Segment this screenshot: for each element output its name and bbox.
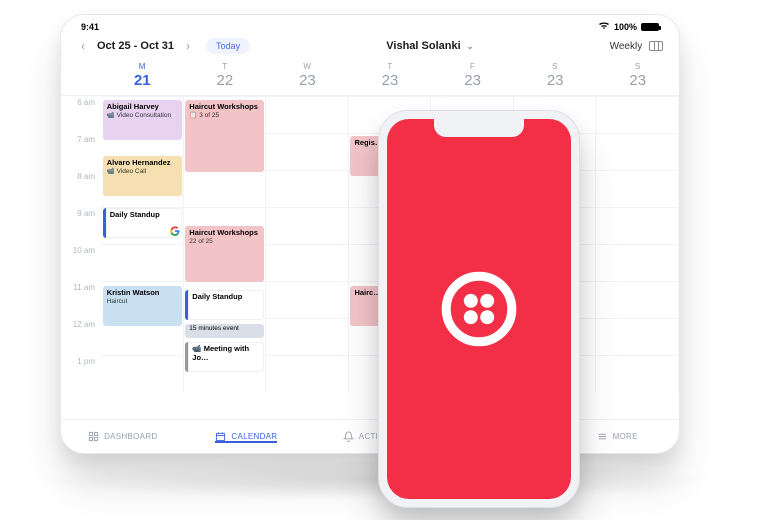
- time-label: 1 pm: [61, 355, 101, 392]
- calendar-event[interactable]: Daily Standup: [185, 290, 264, 320]
- event-subtitle: 22 of 25: [189, 238, 260, 245]
- event-title: 📹 Meeting with Jo…: [192, 345, 260, 362]
- event-title: Haircut Workshops: [189, 103, 260, 112]
- time-label: 9 am: [61, 207, 101, 244]
- menu-icon: [597, 431, 608, 442]
- chevron-down-icon: ⌄: [467, 42, 474, 51]
- weekday-label: M: [101, 62, 184, 71]
- calendar-event[interactable]: 15 minutes event: [185, 324, 264, 338]
- time-label: 6 am: [61, 96, 101, 133]
- twilio-logo-icon: [438, 268, 520, 350]
- calendar-event[interactable]: Haircut Workshops📋 3 of 25: [185, 100, 264, 172]
- prev-week-button[interactable]: ‹: [77, 39, 89, 53]
- calendar-event[interactable]: 📹 Meeting with Jo…: [185, 342, 264, 372]
- google-icon: [170, 226, 180, 236]
- phone-notch: [434, 119, 524, 137]
- weekday-label: F: [431, 62, 514, 71]
- time-label: 10 am: [61, 244, 101, 281]
- dash-icon: [88, 431, 99, 442]
- day-number: 23: [349, 72, 432, 89]
- status-bar: 9:41 100%: [61, 15, 679, 34]
- event-title: Daily Standup: [110, 211, 178, 220]
- calendar-header: ‹ Oct 25 - Oct 31 › Today Vishal Solanki…: [61, 34, 679, 58]
- day-number: 23: [266, 72, 349, 89]
- day-column[interactable]: T23: [349, 58, 432, 95]
- weekday-label: T: [349, 62, 432, 71]
- calendar-grid[interactable]: 6 am7 am8 am9 am10 am11 am12 am1 pm Day …: [61, 96, 679, 392]
- event-title: Kristin Watson: [107, 289, 178, 298]
- calendar-event[interactable]: Haircut Workshops22 of 25: [185, 226, 264, 282]
- day-column[interactable]: M21: [101, 58, 184, 95]
- day-column[interactable]: S23: [514, 58, 597, 95]
- week-grid-icon: [649, 41, 663, 51]
- next-week-button[interactable]: ›: [182, 39, 194, 53]
- event-title: Alvaro Hernandez: [107, 159, 178, 168]
- weekday-label: W: [266, 62, 349, 71]
- time-gutter: 6 am7 am8 am9 am10 am11 am12 am1 pm: [61, 96, 101, 392]
- calendar-event[interactable]: Daily Standup: [103, 208, 182, 238]
- weekday-header: M21T22W23T23F23S23S23: [61, 58, 679, 96]
- time-label: 11 am: [61, 281, 101, 318]
- calendar-event[interactable]: Alvaro Hernandez📹 Video Call: [103, 156, 182, 196]
- cal-icon: [215, 431, 226, 442]
- time-label: 12 am: [61, 318, 101, 355]
- event-subtitle: 📹 Video Call: [107, 168, 178, 175]
- nav-label: CALENDAR: [231, 432, 277, 441]
- day-column[interactable]: S23: [596, 58, 679, 95]
- event-title: Daily Standup: [192, 293, 260, 302]
- day-number: 22: [184, 72, 267, 89]
- nav-dashboard[interactable]: DASHBOARD: [61, 431, 185, 442]
- nav-label: MORE: [613, 432, 638, 441]
- event-subtitle: 📹 Video Consultation: [107, 112, 178, 119]
- wifi-icon: [598, 21, 610, 32]
- calendar-event[interactable]: Abigail Harvey📹 Video Consultation: [103, 100, 182, 140]
- phone-device: [378, 110, 580, 508]
- day-column[interactable]: W23: [266, 58, 349, 95]
- time-label: 8 am: [61, 170, 101, 207]
- time-label: 7 am: [61, 133, 101, 170]
- battery-pct: 100%: [614, 22, 637, 32]
- status-right: 100%: [598, 21, 659, 32]
- view-mode-toggle[interactable]: Weekly: [610, 41, 663, 52]
- bottom-nav: DASHBOARDCALENDARACTIVITYMORE: [61, 419, 679, 453]
- battery-icon: [641, 23, 659, 31]
- event-title: Haircut Workshops: [189, 229, 260, 238]
- day-number: 23: [431, 72, 514, 89]
- bell-icon: [343, 431, 354, 442]
- date-range[interactable]: Oct 25 - Oct 31: [97, 40, 174, 52]
- day-number: 21: [101, 72, 184, 89]
- today-button[interactable]: Today: [206, 38, 250, 54]
- day-number: 23: [596, 72, 679, 89]
- nav-label: DASHBOARD: [104, 432, 157, 441]
- calendar-owner-dropdown[interactable]: Vishal Solanki ⌄: [258, 40, 602, 52]
- event-title: Abigail Harvey: [107, 103, 178, 112]
- day-column[interactable]: T22: [184, 58, 267, 95]
- weekday-label: T: [184, 62, 267, 71]
- event-subtitle: Haircut: [107, 298, 178, 305]
- day-number: 23: [514, 72, 597, 89]
- event-subtitle: 📋 3 of 25: [189, 112, 260, 119]
- day-column[interactable]: F23: [431, 58, 514, 95]
- weekday-label: S: [514, 62, 597, 71]
- nav-calendar[interactable]: CALENDAR: [185, 431, 309, 442]
- calendar-event[interactable]: Kristin WatsonHaircut: [103, 286, 182, 326]
- tablet-device: 9:41 100% ‹ Oct 25 - Oct 31 › Today Vish…: [60, 14, 680, 454]
- weekday-label: S: [596, 62, 679, 71]
- phone-screen: [387, 119, 571, 499]
- status-time: 9:41: [81, 22, 99, 32]
- event-title: 15 minutes event: [189, 325, 260, 332]
